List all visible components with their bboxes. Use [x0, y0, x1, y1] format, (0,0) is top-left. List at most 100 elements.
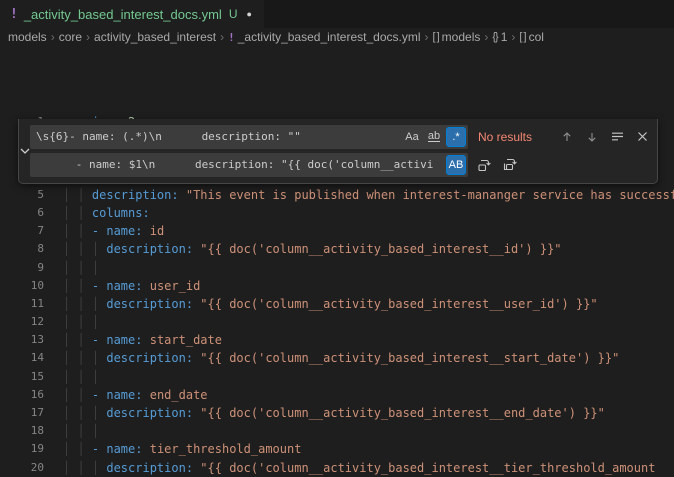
breadcrumb-item-models[interactable]: models — [8, 30, 47, 44]
code-line[interactable]: 16│ │ - name: end_date — [0, 386, 674, 404]
regex-toggle[interactable]: .* — [446, 127, 466, 147]
line-number[interactable]: 12 — [0, 313, 44, 331]
editor-pane[interactable]: \s{6}- name: (.*)\n description: "" Aa a… — [0, 113, 674, 477]
replace-one-button[interactable] — [474, 155, 494, 175]
code-token: tier_threshold_amount — [150, 442, 302, 456]
line-content: │ │ │ — [63, 259, 106, 277]
previous-match-button[interactable] — [558, 128, 576, 146]
line-number[interactable]: 7 — [0, 222, 44, 240]
code-line[interactable]: 20 │ │ │ description: "{{ doc('column__ac… — [0, 459, 674, 477]
code-line[interactable]: 19 │ │ - name: tier_threshold_amount — [0, 440, 674, 458]
breadcrumb-label: 1 — [501, 30, 508, 44]
yaml-file-icon: ! — [10, 7, 18, 22]
line-number[interactable]: 19 — [0, 440, 44, 458]
code-token: id — [150, 224, 164, 238]
line-content: │ │ │ — [63, 368, 106, 386]
code-line[interactable]: 18│ │ │ — [0, 422, 674, 440]
line-number[interactable]: 8 — [0, 240, 44, 258]
find-input[interactable]: \s{6}- name: (.*)\n description: "" Aa a… — [30, 125, 468, 149]
code-token: - name: — [92, 224, 143, 238]
code-token — [142, 388, 149, 402]
find-in-selection-button[interactable] — [608, 128, 626, 146]
selection-lines-icon — [611, 131, 624, 142]
line-number[interactable]: 10 — [0, 277, 44, 295]
indent-guide: │ │ — [63, 442, 92, 456]
code-line[interactable]: 15 │ │ │ — [0, 368, 674, 386]
breadcrumb-separator: › — [86, 30, 90, 44]
replace-input[interactable]: - name: $1\n description: "{{ doc('colum… — [30, 153, 468, 177]
tab-filename: _activity_based_interest_docs.yml — [24, 7, 222, 22]
line-number[interactable]: 13 — [0, 331, 44, 349]
breadcrumb-item-models[interactable]: [ ]models — [433, 30, 481, 44]
line-number[interactable]: 11 — [0, 295, 44, 313]
line-number[interactable]: 14 — [0, 349, 44, 367]
line-content: │ │ columns: — [63, 204, 150, 222]
breadcrumb-separator: › — [51, 30, 55, 44]
close-find-button[interactable] — [633, 128, 651, 146]
code-line[interactable]: 10 │ │ - name: user_id — [0, 277, 674, 295]
code-token — [142, 442, 149, 456]
replace-all-button[interactable] — [500, 155, 520, 175]
indent-guide: │ │ │ — [63, 461, 106, 475]
find-replace-widget: \s{6}- name: (.*)\n description: "" Aa a… — [18, 119, 658, 184]
whole-word-toggle[interactable]: ab — [424, 127, 444, 147]
breadcrumb-item-activity_based_interest[interactable]: activity_based_interest — [94, 30, 216, 44]
code-token — [142, 333, 149, 347]
code-line[interactable]: 13│ │ - name: start_date — [0, 331, 674, 349]
next-match-button[interactable] — [583, 128, 601, 146]
indent-guide: │ │ │ — [63, 297, 106, 311]
code-token: description: — [106, 242, 193, 256]
code-token: - name: — [92, 388, 143, 402]
indent-guide: │ │ — [63, 188, 92, 202]
code-token: description: — [106, 461, 193, 475]
indent-guide: │ │ │ — [63, 351, 106, 365]
line-number[interactable]: 18 — [0, 422, 44, 440]
find-results-status: No results — [478, 130, 546, 144]
line-number[interactable]: 15 — [0, 368, 44, 386]
code-line[interactable]: 8 │ │ │ description: "{{ doc('column__act… — [0, 240, 674, 258]
match-case-toggle[interactable]: Aa — [402, 127, 422, 147]
line-number[interactable]: 17 — [0, 404, 44, 422]
line-content: │ │ - name: tier_threshold_amount — [63, 440, 301, 458]
breadcrumb-item-_activity_based_interest_docs.yml[interactable]: !_activity_based_interest_docs.yml — [228, 30, 420, 44]
line-content: │ │ - name: user_id — [63, 277, 200, 295]
line-number[interactable]: 6 — [0, 204, 44, 222]
line-content: │ │ │ description: "{{ doc('column__acti… — [63, 459, 655, 477]
line-number[interactable]: 16 — [0, 386, 44, 404]
modified-dot-icon[interactable]: ● — [247, 9, 252, 19]
code-token: "{{ doc('column__activity_based_interest… — [200, 242, 561, 256]
array-symbol-icon: [ ] — [519, 31, 525, 43]
code-line[interactable]: 14│ │ │ description: "{{ doc('column__ac… — [0, 349, 674, 367]
close-icon — [637, 131, 648, 142]
line-content: │ │ │ description: "{{ doc('column__acti… — [63, 404, 605, 422]
code-token: description: — [106, 297, 193, 311]
breadcrumb-label: models — [442, 30, 481, 44]
code-line[interactable]: 5│ │ description: "This event is publish… — [0, 186, 674, 204]
indent-guide: │ │ — [63, 206, 92, 220]
preserve-case-toggle[interactable]: AB — [446, 155, 466, 175]
line-number[interactable]: 9 — [0, 259, 44, 277]
line-content: │ │ │ description: "{{ doc('column__acti… — [63, 240, 562, 258]
breadcrumb-item-1[interactable]: {}1 — [492, 30, 507, 44]
breadcrumb-item-col[interactable]: [ ]col — [519, 30, 544, 44]
breadcrumb-label: models — [8, 30, 47, 44]
code-line[interactable]: 7│ │ - name: id — [0, 222, 674, 240]
breadcrumb-separator: › — [484, 30, 488, 44]
code-token: columns: — [92, 206, 150, 220]
yaml-symbol-icon: ! — [228, 31, 235, 44]
code-line[interactable]: 9 │ │ │ — [0, 259, 674, 277]
tab-active[interactable]: ! _activity_based_interest_docs.yml U ● — [0, 0, 264, 28]
replace-value-text: - name: $1\n description: "{{ doc('colum… — [36, 158, 434, 171]
toggle-replace-button[interactable] — [19, 119, 30, 183]
code-line[interactable]: 12│ │ │ — [0, 313, 674, 331]
code-token: "{{ doc('column__activity_based_interest… — [200, 351, 619, 365]
breadcrumb-separator: › — [220, 30, 224, 44]
code-line[interactable]: 11│ │ │ description: "{{ doc('column__ac… — [0, 295, 674, 313]
git-status-badge: U — [229, 7, 238, 21]
line-number[interactable]: 5 — [0, 186, 44, 204]
breadcrumb-label: activity_based_interest — [94, 30, 216, 44]
line-number[interactable]: 20 — [0, 459, 44, 477]
breadcrumb-item-core[interactable]: core — [59, 30, 82, 44]
code-line[interactable]: 17 │ │ │ description: "{{ doc('column__ac… — [0, 404, 674, 422]
code-line[interactable]: 6 │ │ columns: — [0, 204, 674, 222]
